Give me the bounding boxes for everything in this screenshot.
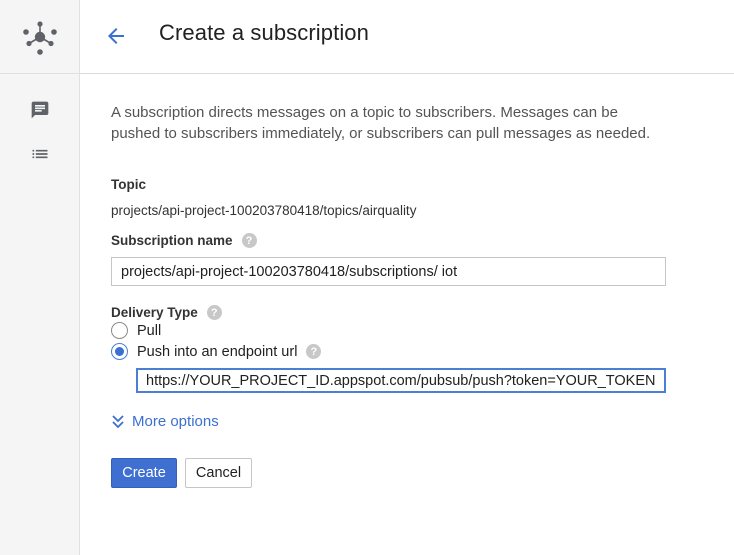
page-title: Create a subscription [159, 20, 369, 45]
topic-label-text: Topic [111, 177, 146, 192]
topic-label: Topic [111, 177, 146, 192]
page-header: Create a subscription [80, 0, 734, 74]
radio-button-push[interactable] [111, 343, 128, 360]
help-icon[interactable]: ? [206, 305, 222, 320]
radio-label-pull: Pull [137, 322, 162, 339]
list-icon[interactable] [28, 142, 52, 166]
cancel-button[interactable]: Cancel [185, 458, 252, 488]
delivery-type-label: Delivery Type ? [111, 305, 222, 320]
pubsub-logo[interactable] [0, 0, 80, 74]
subscription-name-label-text: Subscription name [111, 233, 233, 248]
endpoint-url-input[interactable] [136, 368, 666, 393]
create-button[interactable]: Create [111, 458, 177, 488]
chevron-double-down-icon [112, 414, 124, 428]
help-icon[interactable]: ? [241, 233, 257, 248]
arrow-back-icon [108, 28, 124, 44]
more-options-label: More options [132, 413, 219, 430]
chat-bubble-icon[interactable] [28, 98, 52, 122]
more-options-toggle[interactable]: More options [111, 413, 219, 430]
pubsub-logo-icon [23, 20, 57, 55]
subscription-name-input[interactable] [111, 257, 666, 286]
radio-option-pull[interactable]: Pull [111, 322, 161, 339]
topic-value: projects/api-project-100203780418/topics… [111, 203, 417, 218]
help-icon[interactable]: ? [306, 344, 322, 359]
back-button[interactable] [102, 22, 130, 50]
app-window: Create a subscription A subscription dir… [0, 0, 734, 555]
subscription-name-label: Subscription name ? [111, 233, 257, 248]
radio-button-pull[interactable] [111, 322, 128, 339]
delivery-type-label-text: Delivery Type [111, 305, 198, 320]
form-description: A subscription directs messages on a top… [111, 104, 651, 142]
radio-option-push[interactable]: Push into an endpoint url ? [111, 343, 322, 360]
radio-label-push: Push into an endpoint url [137, 343, 298, 360]
left-rail [0, 0, 80, 555]
